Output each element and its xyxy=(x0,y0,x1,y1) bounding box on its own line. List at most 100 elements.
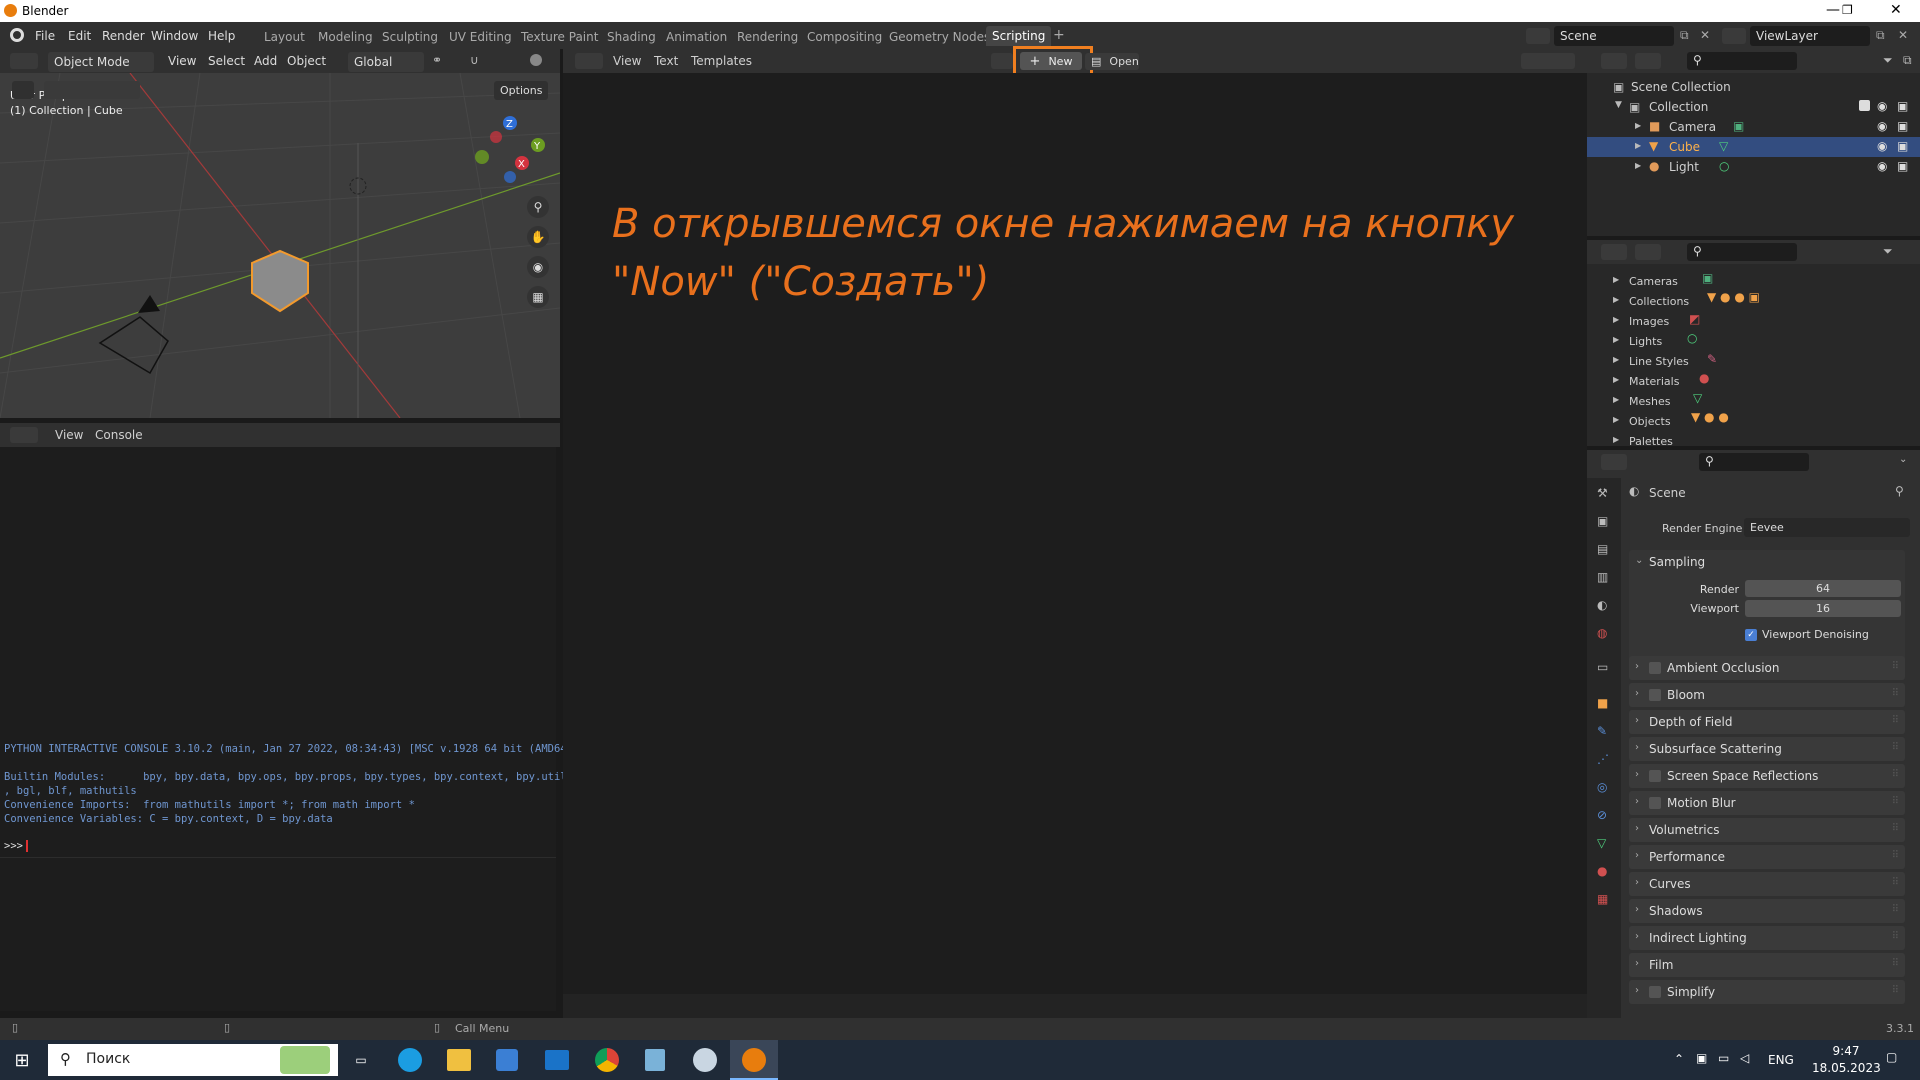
drag-grip-icon[interactable]: ⠿ xyxy=(1892,931,1899,942)
tab-modeling[interactable]: Modeling xyxy=(318,30,373,44)
minimize-icon[interactable]: — xyxy=(1826,2,1840,18)
panel-simplify[interactable]: › Simplify ⠿ xyxy=(1629,980,1905,1004)
datablock-search-input[interactable]: ⚲ xyxy=(1687,243,1797,261)
output-tab-icon[interactable]: ▤ xyxy=(1597,542,1608,556)
view-layer-tab-icon[interactable]: ▥ xyxy=(1597,570,1608,584)
console-prompt[interactable]: >>> xyxy=(4,840,28,852)
clock-date[interactable]: 18.05.2023 xyxy=(1812,1061,1881,1075)
camera-render-icon[interactable]: ▣ xyxy=(1897,119,1908,133)
menu-edit[interactable]: Edit xyxy=(68,29,91,43)
text-menu-view[interactable]: View xyxy=(613,54,641,68)
outliner-search-input[interactable]: ⚲ xyxy=(1687,52,1797,70)
options-dropdown[interactable]: Options xyxy=(494,81,549,100)
viewlayer-remove-icon[interactable]: ✕ xyxy=(1898,28,1908,42)
collection-tab-icon[interactable]: ▭ xyxy=(1597,660,1608,674)
tool-tab-icon[interactable]: ⚒ xyxy=(1597,486,1608,500)
menu-window[interactable]: Window xyxy=(151,29,198,43)
data-tab-icon[interactable]: ▽ xyxy=(1597,836,1606,850)
datablock-editor-type-icon[interactable] xyxy=(1601,244,1627,260)
viewport-menu-select[interactable]: Select xyxy=(208,54,245,68)
clock-time[interactable]: 9:47 xyxy=(1824,1044,1868,1058)
panel-indirect-lighting[interactable]: › Indirect Lighting ⠿ xyxy=(1629,926,1905,950)
drag-grip-icon[interactable]: ⠿ xyxy=(1892,742,1899,753)
panel-subsurface-scattering[interactable]: › Subsurface Scattering ⠿ xyxy=(1629,737,1905,761)
panel-shadows[interactable]: › Shadows ⠿ xyxy=(1629,899,1905,923)
language-indicator[interactable]: ENG xyxy=(1768,1053,1794,1067)
selection-mode-buttons[interactable] xyxy=(44,81,140,99)
viewlayer-field[interactable]: ViewLayer xyxy=(1750,26,1870,46)
camera-render-icon[interactable]: ▣ xyxy=(1897,139,1908,153)
viewport-menu-object[interactable]: Object xyxy=(287,54,326,68)
checkbox-icon[interactable] xyxy=(1649,797,1661,809)
outliner-row-scene-collection[interactable]: ▣ Scene Collection xyxy=(1587,77,1920,97)
drag-grip-icon[interactable]: ⠿ xyxy=(1892,715,1899,726)
expand-arrow-icon[interactable]: ▶ xyxy=(1635,141,1641,150)
expand-arrow-icon[interactable]: ▼ xyxy=(1615,100,1622,110)
modifier-tab-icon[interactable]: ✎ xyxy=(1597,724,1607,738)
camera-render-icon[interactable]: ▣ xyxy=(1897,159,1908,173)
filter-icon[interactable]: ⏷ xyxy=(1883,244,1893,259)
datablock-list[interactable]: Cameras Collections Images Lights Line S… xyxy=(1629,272,1689,452)
drag-grip-icon[interactable]: ⠿ xyxy=(1892,985,1899,996)
chevron-up-icon[interactable]: ⌃ xyxy=(1674,1052,1684,1066)
transform-orientation-dropdown[interactable]: Global xyxy=(348,52,424,72)
drag-grip-icon[interactable]: ⠿ xyxy=(1892,661,1899,672)
scene-tab-icon[interactable]: ◐ xyxy=(1597,598,1607,612)
eye-icon[interactable]: ◉ xyxy=(1877,99,1887,113)
render-engine-dropdown[interactable]: Eevee xyxy=(1744,518,1910,537)
tab-texture-paint[interactable]: Texture Paint xyxy=(521,30,598,44)
checkbox-icon[interactable] xyxy=(1649,662,1661,674)
zoom-icon[interactable]: ⚲ xyxy=(527,196,549,218)
console-menu-view[interactable]: View xyxy=(55,428,83,442)
world-tab-icon[interactable]: ◍ xyxy=(1597,626,1607,640)
datablock-images[interactable]: Images xyxy=(1629,312,1689,332)
taskbar-search-box[interactable]: ⚲ Поиск xyxy=(48,1044,338,1076)
notepad-icon[interactable] xyxy=(645,1049,665,1071)
object-tab-icon[interactable]: ■ xyxy=(1597,696,1608,710)
tab-layout[interactable]: Layout xyxy=(264,30,305,44)
3d-viewport[interactable]: User Perspective (1) Collection | Cube O… xyxy=(0,73,560,418)
menu-file[interactable]: File xyxy=(35,29,55,43)
properties-editor-type-icon[interactable] xyxy=(1601,454,1627,470)
datablock-objects[interactable]: Objects xyxy=(1629,412,1689,432)
chevron-down-icon[interactable]: ⌄ xyxy=(1899,454,1907,465)
new-text-button[interactable]: + New xyxy=(1020,52,1082,70)
store-icon[interactable] xyxy=(496,1049,518,1071)
panel-volumetrics[interactable]: › Volumetrics ⠿ xyxy=(1629,818,1905,842)
console-menu-console[interactable]: Console xyxy=(95,428,143,442)
tray-app-icon[interactable]: ▣ xyxy=(1696,1051,1707,1065)
text-menu-templates[interactable]: Templates xyxy=(691,54,752,68)
pin-icon[interactable]: ⚲ xyxy=(1895,484,1904,498)
camera-render-icon[interactable]: ▣ xyxy=(1897,99,1908,113)
perspective-toggle-icon[interactable]: ▦ xyxy=(527,286,549,308)
drag-grip-icon[interactable]: ⠿ xyxy=(1892,823,1899,834)
outliner-row-collection[interactable]: ▼ ▣ Collection ◉ ▣ xyxy=(1587,97,1920,117)
close-icon[interactable]: ✕ xyxy=(1890,2,1902,18)
panel-motion-blur[interactable]: › Motion Blur ⠿ xyxy=(1629,791,1905,815)
mail-icon[interactable] xyxy=(545,1050,569,1070)
texture-tab-icon[interactable]: ▦ xyxy=(1597,892,1608,906)
navigation-gizmo[interactable]: Z Y X xyxy=(466,115,546,195)
text-menu-text[interactable]: Text xyxy=(654,54,678,68)
datablock-display-mode-icon[interactable] xyxy=(1635,244,1661,260)
editor-type-icon[interactable] xyxy=(10,53,38,69)
drag-grip-icon[interactable]: ⠿ xyxy=(1892,688,1899,699)
viewlayer-new-icon[interactable]: ⧉ xyxy=(1876,28,1885,43)
constraints-tab-icon[interactable]: ⊘ xyxy=(1597,808,1607,822)
particles-tab-icon[interactable]: ⋰ xyxy=(1597,752,1609,766)
panel-bloom[interactable]: › Bloom ⠿ xyxy=(1629,683,1905,707)
panel-curves[interactable]: › Curves ⠿ xyxy=(1629,872,1905,896)
checkbox-icon[interactable] xyxy=(1859,100,1870,111)
scene-remove-icon[interactable]: ✕ xyxy=(1700,28,1710,42)
menu-render[interactable]: Render xyxy=(102,29,145,43)
checkbox-icon[interactable] xyxy=(1649,770,1661,782)
display-mode-icon[interactable] xyxy=(1635,53,1661,69)
tab-animation[interactable]: Animation xyxy=(666,30,727,44)
viewlayer-selector-icon[interactable] xyxy=(1722,28,1746,44)
text-editor-type-icon[interactable] xyxy=(575,53,603,69)
text-browse-icon[interactable] xyxy=(991,53,1013,69)
datablock-materials[interactable]: Materials xyxy=(1629,372,1689,392)
checkbox-icon[interactable] xyxy=(1649,986,1661,998)
drag-grip-icon[interactable]: ⠿ xyxy=(1892,958,1899,969)
proportional-edit-icon[interactable] xyxy=(530,54,542,66)
